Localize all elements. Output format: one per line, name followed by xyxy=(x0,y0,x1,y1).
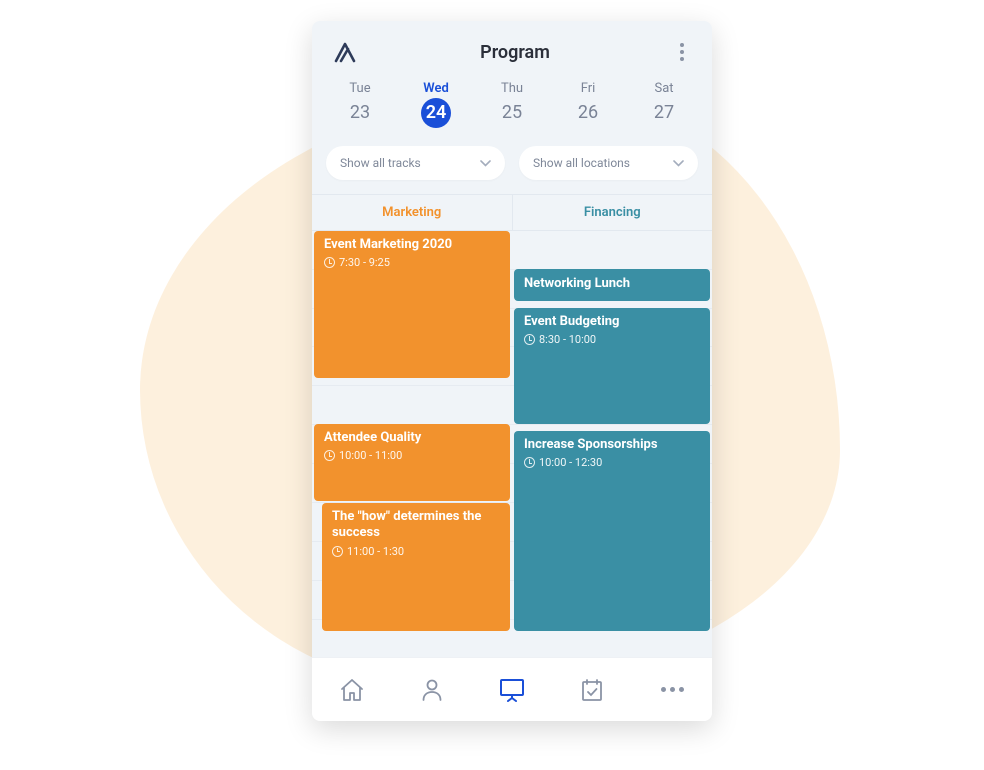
event-time: 8:30 - 10:00 xyxy=(524,333,700,346)
track-headers: Marketing Financing xyxy=(312,194,712,231)
day-number: 26 xyxy=(573,98,603,128)
tracks-grid: Event Marketing 2020 7:30 - 9:25 Attende… xyxy=(312,231,712,633)
clock-icon xyxy=(524,457,535,468)
chevron-down-icon xyxy=(480,160,491,167)
event-title: Event Marketing 2020 xyxy=(324,237,500,253)
day-number: 24 xyxy=(421,98,451,128)
tracks-filter-label: Show all tracks xyxy=(340,156,421,170)
day-number: 25 xyxy=(497,98,527,128)
clock-icon xyxy=(324,450,335,461)
more-dots-icon xyxy=(661,687,684,692)
day-name: Sat xyxy=(649,81,679,96)
day-name: Fri xyxy=(573,81,603,96)
nav-home[interactable] xyxy=(329,667,375,713)
event-card[interactable]: Increase Sponsorships 10:00 - 12:30 xyxy=(514,431,710,631)
event-card[interactable]: Event Budgeting 8:30 - 10:00 xyxy=(514,308,710,424)
track-column-marketing: Event Marketing 2020 7:30 - 9:25 Attende… xyxy=(312,231,512,633)
track-header-financing[interactable]: Financing xyxy=(513,195,713,230)
locations-filter[interactable]: Show all locations xyxy=(519,146,698,180)
clock-icon xyxy=(332,546,343,557)
app-container: Program Tue 23 Wed 24 Thu 25 Fri 26 Sat … xyxy=(312,21,712,721)
presentation-icon xyxy=(498,677,526,703)
event-title: Networking Lunch xyxy=(524,276,700,292)
nav-program[interactable] xyxy=(489,667,535,713)
nav-agenda[interactable] xyxy=(569,667,615,713)
event-time: 10:00 - 12:30 xyxy=(524,456,700,469)
track-header-marketing[interactable]: Marketing xyxy=(312,195,513,230)
home-icon xyxy=(339,678,365,702)
day-number: 27 xyxy=(649,98,679,128)
event-card[interactable]: Attendee Quality 10:00 - 11:00 xyxy=(314,424,510,501)
event-card[interactable]: Networking Lunch xyxy=(514,269,710,301)
bottom-nav xyxy=(312,657,712,721)
menu-dots-icon[interactable] xyxy=(672,39,692,65)
day-tue[interactable]: Tue 23 xyxy=(345,81,375,128)
clock-icon xyxy=(324,257,335,268)
tracks-filter[interactable]: Show all tracks xyxy=(326,146,505,180)
event-time: 10:00 - 11:00 xyxy=(324,449,500,462)
event-card[interactable]: Event Marketing 2020 7:30 - 9:25 xyxy=(314,231,510,378)
day-wed[interactable]: Wed 24 xyxy=(421,81,451,128)
profile-icon xyxy=(421,678,443,702)
nav-profile[interactable] xyxy=(409,667,455,713)
day-fri[interactable]: Fri 26 xyxy=(573,81,603,128)
event-title: Attendee Quality xyxy=(324,430,500,446)
day-name: Thu xyxy=(497,81,527,96)
schedule: Marketing Financing Event Marketing 2020… xyxy=(312,194,712,657)
track-column-financing: Networking Lunch Event Budgeting 8:30 - … xyxy=(512,231,712,633)
day-number: 23 xyxy=(345,98,375,128)
clock-icon xyxy=(524,334,535,345)
day-thu[interactable]: Thu 25 xyxy=(497,81,527,128)
day-name: Tue xyxy=(345,81,375,96)
event-title: The "how" determines the success xyxy=(332,509,500,542)
event-card[interactable]: The "how" determines the success 11:00 -… xyxy=(322,503,510,631)
locations-filter-label: Show all locations xyxy=(533,156,630,170)
event-title: Event Budgeting xyxy=(524,314,700,330)
calendar-check-icon xyxy=(581,678,603,702)
app-logo-icon[interactable] xyxy=(332,41,358,63)
day-selector: Tue 23 Wed 24 Thu 25 Fri 26 Sat 27 xyxy=(312,75,712,140)
event-title: Increase Sponsorships xyxy=(524,437,700,453)
event-time: 11:00 - 1:30 xyxy=(332,545,500,558)
page-title: Program xyxy=(358,42,672,63)
filters-row: Show all tracks Show all locations xyxy=(312,140,712,194)
header: Program xyxy=(312,21,712,75)
event-time: 7:30 - 9:25 xyxy=(324,256,500,269)
day-sat[interactable]: Sat 27 xyxy=(649,81,679,128)
nav-more[interactable] xyxy=(649,667,695,713)
chevron-down-icon xyxy=(673,160,684,167)
day-name: Wed xyxy=(421,81,451,96)
